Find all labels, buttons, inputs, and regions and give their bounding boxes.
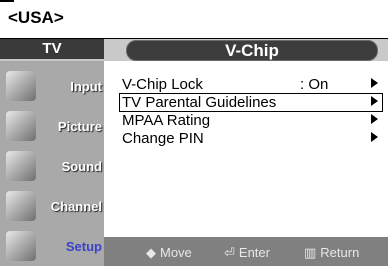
channel-icon xyxy=(6,191,36,221)
enter-hint: ⏎ Enter xyxy=(224,245,270,261)
region-label: <USA> xyxy=(8,8,64,27)
arrow-right-icon xyxy=(371,78,378,88)
tv-mode-label: TV xyxy=(0,39,104,59)
menu-item-label: TV Parental Guidelines xyxy=(122,94,277,111)
sidebar-item-picture[interactable]: Picture xyxy=(4,107,104,145)
sidebar-item-label: Picture xyxy=(57,119,102,134)
input-icon xyxy=(6,71,36,101)
sidebar-item-label: Input xyxy=(70,79,102,94)
arrow-right-icon xyxy=(371,132,378,142)
return-icon: ▥ xyxy=(304,246,317,261)
corner-rule xyxy=(0,0,14,2)
sidebar-item-label: Channel xyxy=(50,199,102,214)
sound-icon xyxy=(6,151,36,181)
help-bar: ◆ Move ⏎ Enter ▥ Return xyxy=(104,237,388,266)
menu-item-label: V-Chip Lock xyxy=(122,76,203,93)
enter-label: Enter xyxy=(238,245,270,260)
sidebar-item-sound[interactable]: Sound xyxy=(4,147,104,185)
move-hint: ◆ Move xyxy=(146,245,192,261)
menu-item-mpaa-rating[interactable]: MPAA Rating xyxy=(120,112,382,129)
menu-item-label: MPAA Rating xyxy=(122,112,211,129)
menu-item-change-pin[interactable]: Change PIN xyxy=(120,130,382,147)
enter-icon: ⏎ xyxy=(224,246,235,261)
menu-title: V-Chip xyxy=(126,40,378,61)
sidebar-item-setup[interactable]: Setup xyxy=(4,227,104,265)
menu-item-label: Change PIN xyxy=(122,130,204,147)
sidebar: Input Picture Sound Channel Setup xyxy=(0,61,104,266)
menu-item-tv-parental-guidelines[interactable]: TV Parental Guidelines xyxy=(119,93,383,112)
sidebar-item-input[interactable]: Input xyxy=(4,67,104,105)
arrow-right-icon xyxy=(371,114,378,124)
menu-item-vchip-lock[interactable]: V-Chip Lock : On xyxy=(120,76,382,93)
move-icon: ◆ xyxy=(146,246,156,261)
return-hint: ▥ Return xyxy=(304,245,359,261)
setup-icon xyxy=(6,231,36,261)
arrow-right-icon xyxy=(371,96,378,106)
menu-content: V-Chip Lock : On TV Parental Guidelines … xyxy=(104,61,388,237)
sidebar-item-label: Sound xyxy=(61,159,102,174)
tv-menu-frame: TV V-Chip Input Picture Sound Channel Se… xyxy=(0,38,388,266)
sidebar-item-label: Setup xyxy=(65,239,102,254)
return-label: Return xyxy=(320,245,360,260)
sidebar-item-channel[interactable]: Channel xyxy=(4,187,104,225)
menu-item-value: : On xyxy=(300,76,329,93)
picture-icon xyxy=(6,111,36,141)
move-label: Move xyxy=(160,245,192,260)
